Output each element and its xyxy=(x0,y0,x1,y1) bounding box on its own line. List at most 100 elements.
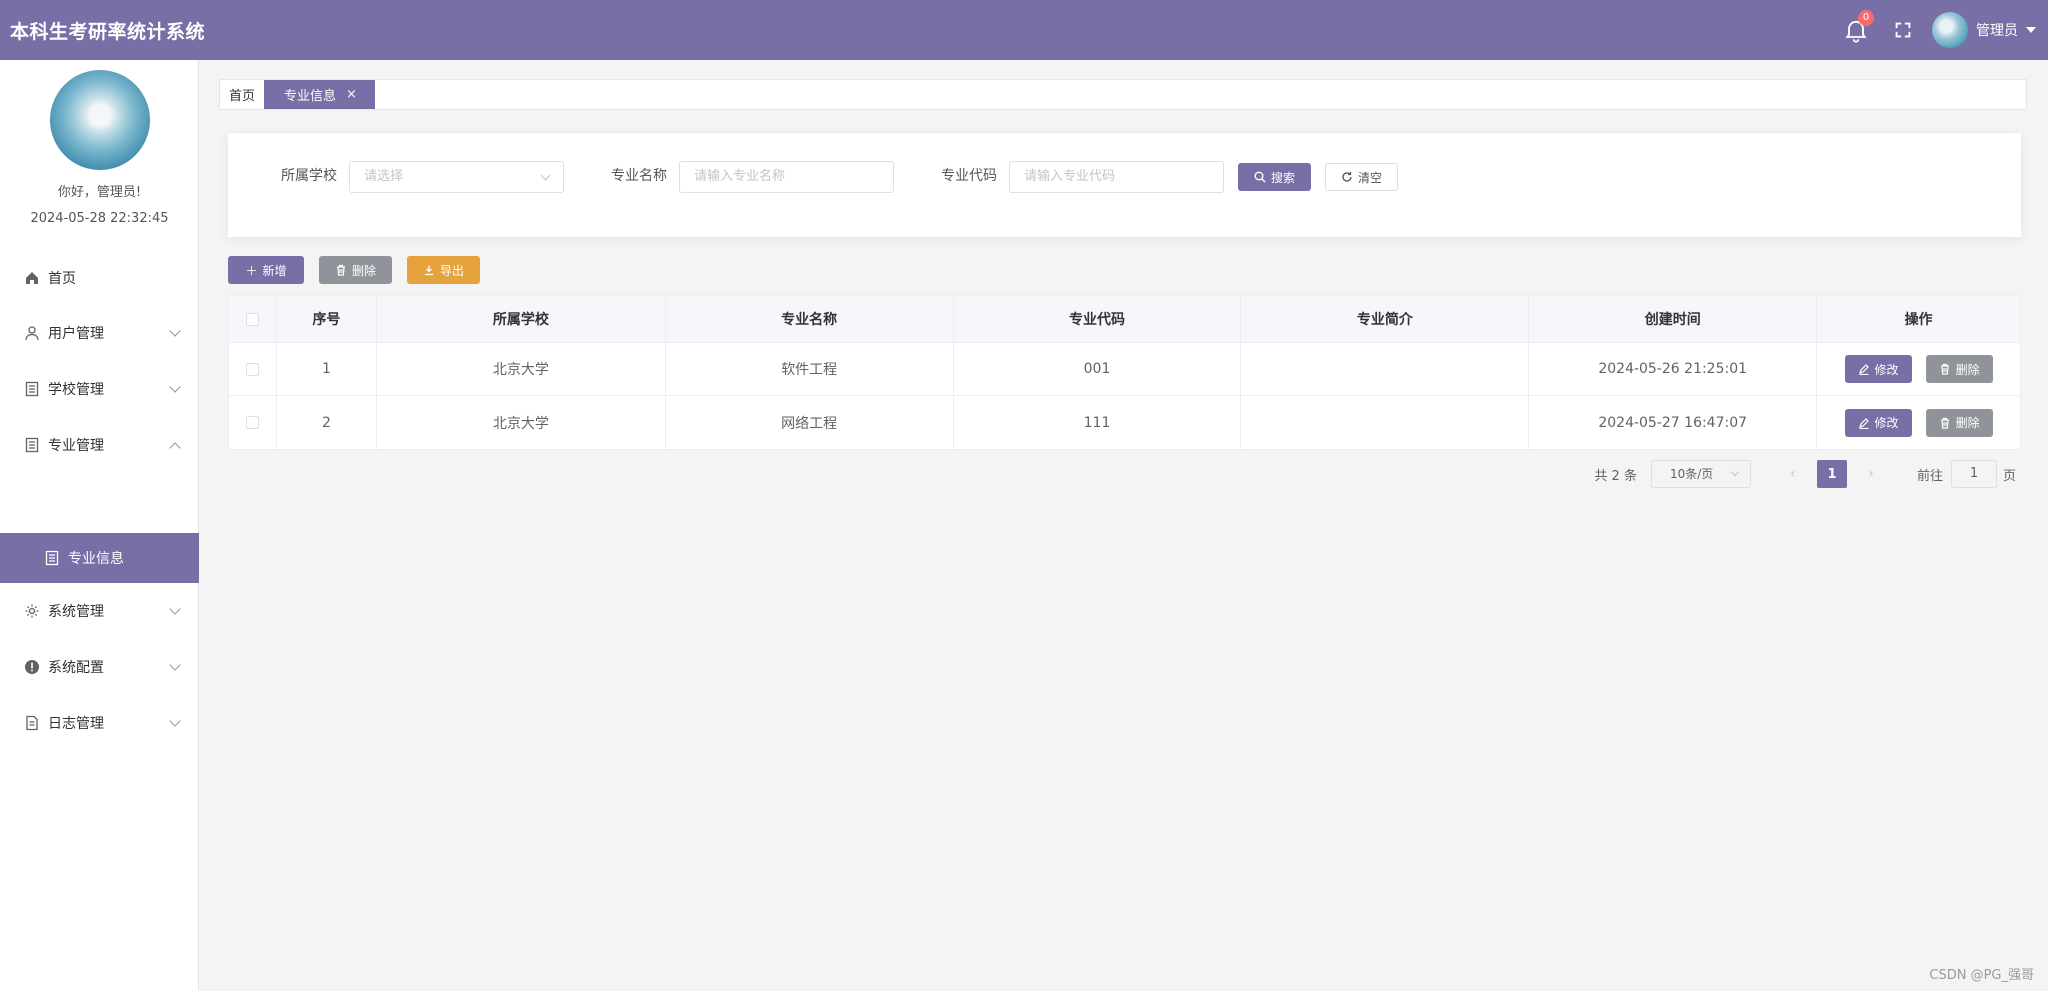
header-avatar[interactable] xyxy=(1932,12,1968,48)
tab-label: 专业信息 xyxy=(284,89,337,104)
delete-button[interactable]: 删除 xyxy=(1925,355,1993,383)
sidebar: 你好，管理员! 2024-05-28 22:32:45 首页 用户管理 学校管理… xyxy=(0,60,199,991)
export-button[interactable]: 导出 xyxy=(407,256,480,284)
cell-created: 2024-05-27 16:47:07 xyxy=(1529,396,1818,449)
row-checkbox[interactable] xyxy=(245,362,259,376)
page-size-select[interactable]: 10条/页 xyxy=(1650,460,1751,488)
next-page-button[interactable]: › xyxy=(1857,460,1885,488)
header-user-name[interactable]: 管理员 xyxy=(1976,20,2018,40)
batch-delete-button[interactable]: 删除 xyxy=(319,256,392,284)
add-button-label: 新增 xyxy=(262,263,287,278)
sidebar-item-logs[interactable]: 日志管理 xyxy=(0,698,199,748)
notification-bell[interactable]: 0 xyxy=(1842,10,1874,44)
current-datetime: 2024-05-28 22:32:45 xyxy=(30,211,169,226)
chevron-up-icon xyxy=(169,442,181,454)
refresh-icon xyxy=(1342,172,1352,182)
batch-delete-label: 删除 xyxy=(351,263,376,278)
edit-button-label: 修改 xyxy=(1874,362,1899,377)
tab-home[interactable]: 首页 xyxy=(220,80,264,109)
school-select[interactable]: 请选择 xyxy=(349,161,564,193)
search-button[interactable]: 搜索 xyxy=(1238,163,1311,191)
cell-intro xyxy=(1241,343,1530,395)
sidebar-item-users[interactable]: 用户管理 xyxy=(0,308,199,358)
cell-name: 网络工程 xyxy=(666,396,954,449)
row-checkbox-cell xyxy=(229,396,277,449)
trash-icon xyxy=(336,264,345,276)
major-name-input[interactable]: 请输入专业名称 xyxy=(679,161,894,193)
notification-badge: 0 xyxy=(1858,10,1874,26)
table-row: 1 北京大学 软件工程 001 2024-05-26 21:25:01 修改 删… xyxy=(229,343,2020,396)
major-table: 序号 所属学校 专业名称 专业代码 专业简介 创建时间 操作 1 北京大学 软件… xyxy=(228,295,2021,450)
cell-actions: 修改 删除 xyxy=(1817,396,2020,449)
sidebar-item-home[interactable]: 首页 xyxy=(0,253,199,303)
chevron-down-icon xyxy=(1730,467,1740,477)
column-header: 操作 xyxy=(1904,312,1933,328)
close-icon[interactable]: × xyxy=(346,87,357,102)
major-name-placeholder: 请输入专业名称 xyxy=(694,169,786,184)
edit-button[interactable]: 修改 xyxy=(1844,355,1912,383)
add-button[interactable]: ＋ 新增 xyxy=(228,256,304,284)
info-icon xyxy=(25,660,39,674)
pagination: 共 2 条 10条/页 ‹ 1 › 前往 1 页 xyxy=(1594,460,2016,488)
row-checkbox[interactable] xyxy=(245,416,259,429)
school-select-placeholder: 请选择 xyxy=(364,169,404,184)
table-header: 序号 所属学校 专业名称 专业代码 专业简介 创建时间 操作 xyxy=(229,296,2020,343)
sidebar-item-label: 用户管理 xyxy=(48,326,104,342)
sidebar-item-label: 首页 xyxy=(48,271,76,287)
cell-actions: 修改 删除 xyxy=(1817,343,2020,395)
greeting-text: 你好，管理员! xyxy=(57,185,142,200)
sidebar-item-label: 系统配置 xyxy=(48,660,104,676)
cell-index: 1 xyxy=(277,343,377,395)
major-code-input[interactable]: 请输入专业代码 xyxy=(1009,161,1224,193)
select-all-checkbox[interactable] xyxy=(245,312,259,326)
edit-icon xyxy=(1858,364,1869,375)
chevron-down-icon xyxy=(169,603,181,615)
cell-index: 2 xyxy=(277,396,377,449)
major-code-placeholder: 请输入专业代码 xyxy=(1024,169,1116,184)
trash-icon xyxy=(1940,417,1949,429)
sidebar-item-majors[interactable]: 专业管理 xyxy=(0,420,199,470)
caret-down-icon[interactable] xyxy=(2026,27,2036,33)
sidebar-item-label: 日志管理 xyxy=(48,716,104,732)
cell-school: 北京大学 xyxy=(377,343,666,395)
column-header: 创建时间 xyxy=(1529,296,1818,342)
column-header: 序号 xyxy=(277,296,377,342)
prev-page-button[interactable]: ‹ xyxy=(1779,460,1807,488)
sidebar-item-label: 系统管理 xyxy=(48,604,104,620)
goto-prefix: 前往 xyxy=(1916,468,1943,484)
header-checkbox-cell xyxy=(229,296,277,342)
sidebar-item-label: 专业管理 xyxy=(48,438,104,454)
watermark-text: CSDN @PG_强哥 xyxy=(1929,968,2034,983)
column-header: 专业简介 xyxy=(1241,296,1530,342)
search-panel: 所属学校 请选择 专业名称 请输入专业名称 专业代码 请输入专业代码 搜索 清空 xyxy=(228,133,2021,237)
edit-button-label: 修改 xyxy=(1874,416,1899,430)
download-icon xyxy=(424,265,433,276)
fullscreen-button[interactable] xyxy=(1892,19,1914,41)
major-code-label: 专业代码 xyxy=(941,168,997,184)
sidebar-item-label: 专业信息 xyxy=(68,551,124,567)
goto-page-input[interactable]: 1 xyxy=(1950,460,1997,488)
sidebar-item-schools[interactable]: 学校管理 xyxy=(0,364,199,414)
document-icon xyxy=(25,381,39,397)
document-icon xyxy=(45,550,59,566)
page-number-current[interactable]: 1 xyxy=(1816,460,1847,488)
clear-button-label: 清空 xyxy=(1357,170,1382,185)
delete-button[interactable]: 删除 xyxy=(1925,408,1993,437)
sidebar-item-major-info[interactable]: 专业信息 xyxy=(0,533,199,583)
major-name-label: 专业名称 xyxy=(611,168,667,184)
sidebar-item-config[interactable]: 系统配置 xyxy=(0,642,199,692)
home-icon xyxy=(26,272,38,284)
pagination-total: 共 2 条 xyxy=(1594,468,1637,484)
app-title: 本科生考研率统计系统 xyxy=(10,20,206,43)
table-row: 2 北京大学 网络工程 111 2024-05-27 16:47:07 修改 删… xyxy=(229,396,2020,449)
tab-major-info[interactable]: 专业信息 × xyxy=(264,80,375,109)
chevron-down-icon xyxy=(540,170,551,181)
document-icon xyxy=(25,437,39,453)
edit-button[interactable]: 修改 xyxy=(1844,408,1912,437)
plus-icon: ＋ xyxy=(245,263,258,278)
file-icon xyxy=(26,715,38,731)
edit-icon xyxy=(1858,417,1869,429)
cell-name: 软件工程 xyxy=(666,343,954,395)
clear-button[interactable]: 清空 xyxy=(1325,163,1398,191)
sidebar-item-system[interactable]: 系统管理 xyxy=(0,586,199,636)
